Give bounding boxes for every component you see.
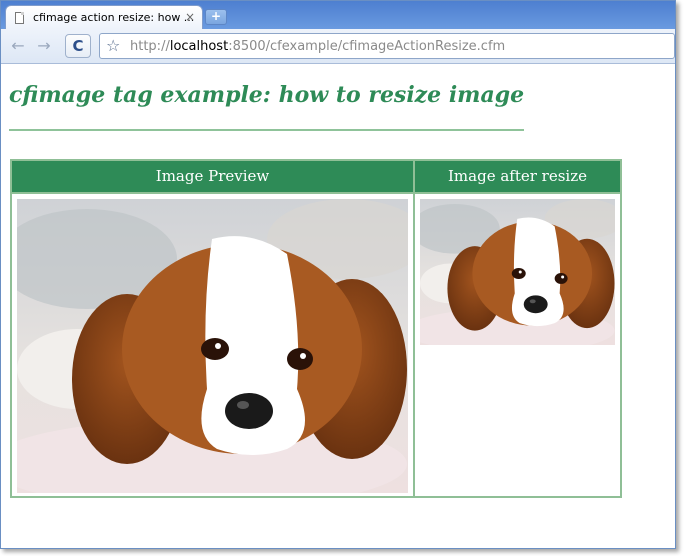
resized-image [420,199,615,345]
url-prefix: http:// [130,39,170,54]
header-image-preview: Image Preview [12,161,413,192]
forward-arrow-icon[interactable]: → [33,36,55,56]
back-arrow-icon[interactable]: ← [7,36,29,56]
url-host: localhost [169,39,229,54]
page-icon [15,12,24,24]
page-content: cfimage tag example: how to resize image… [1,64,675,548]
address-bar[interactable]: ☆ http://localhost:8500/cfexample/cfimag… [99,33,675,59]
puppy-image [17,199,408,493]
close-icon[interactable]: × [185,10,195,24]
browser-tab[interactable]: cfimage action resize: how ... × [5,5,203,29]
browser-window: cfimage action resize: how ... × + ← → C… [0,0,676,549]
header-divider [12,192,620,194]
page-title: cfimage tag example: how to resize image [9,82,525,108]
new-tab-icon[interactable]: + [205,9,227,25]
horizontal-rule [9,129,524,131]
tab-strip: cfimage action resize: how ... × + [1,1,675,29]
url-text[interactable]: http://localhost:8500/cfexample/cfimageA… [130,39,505,54]
column-divider [413,161,415,496]
reload-icon[interactable]: C [65,34,91,58]
header-image-after-resize: Image after resize [415,161,620,192]
browser-toolbar: ← → C ☆ http://localhost:8500/cfexample/… [1,29,675,64]
image-table: Image Preview Image after resize [10,159,622,498]
star-icon[interactable]: ☆ [106,36,120,55]
tab-title: cfimage action resize: how ... [33,11,195,24]
puppy-image-resized [420,199,615,345]
url-path: :8500/cfexample/cfimageActionResize.cfm [228,39,506,54]
preview-image [17,199,408,493]
